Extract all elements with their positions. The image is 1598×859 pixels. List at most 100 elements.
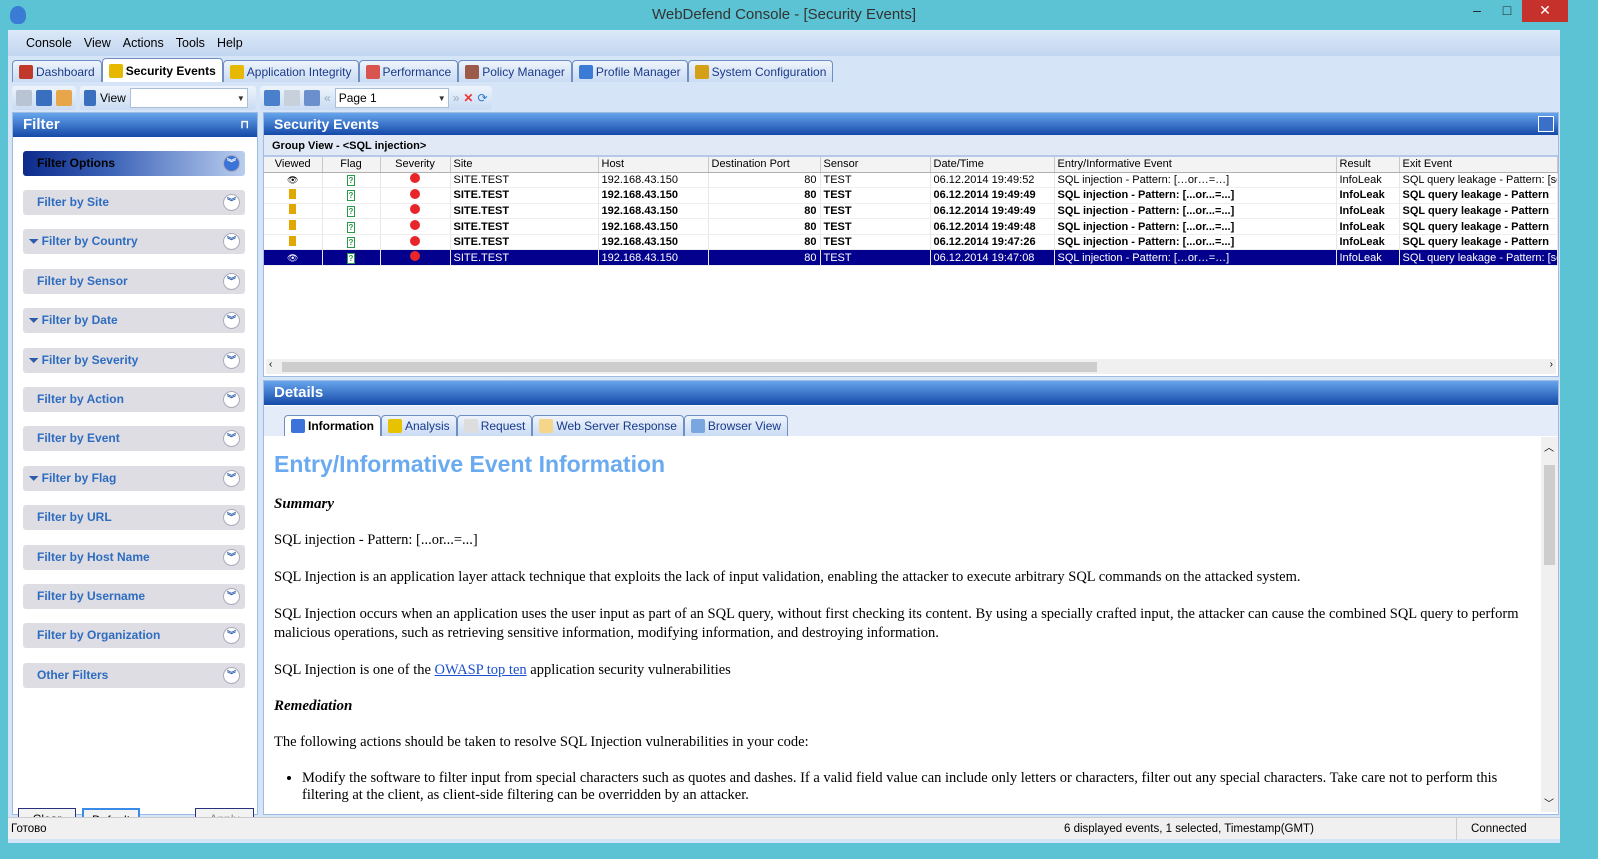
chevron-double-down-icon[interactable]: ︾	[223, 430, 240, 448]
filter-filter-by-severity[interactable]: ⏷ Filter by Severity ︾	[23, 347, 245, 373]
tab-performance[interactable]: Performance	[358, 60, 459, 82]
list-icon[interactable]	[284, 90, 300, 106]
view-combo[interactable]: ▼	[129, 88, 248, 108]
menu-view[interactable]: View	[82, 36, 121, 50]
details-icon[interactable]	[304, 90, 320, 106]
owasp-link[interactable]: OWASP top ten	[435, 662, 527, 678]
chevron-double-down-icon[interactable]: ︾	[223, 391, 240, 408]
tab-security-events[interactable]: Security Events	[101, 58, 223, 82]
tab-application-integrity[interactable]: Application Integrity	[222, 60, 359, 82]
column-header[interactable]: Destination Port	[708, 157, 821, 173]
flag-icon[interactable]: ?	[347, 237, 355, 249]
chevron-double-down-icon[interactable]: ︾	[223, 666, 240, 684]
filter-filter-by-username[interactable]: Filter by Username ︾	[23, 584, 245, 609]
filter-filter-by-country[interactable]: ⏷ Filter by Country ︾	[23, 229, 245, 255]
next-page-icon[interactable]: »	[453, 91, 460, 105]
table-row[interactable]: 👁? SITE.TEST 192.168.43.150 80 TEST 06.12.201…	[264, 172, 1558, 189]
filter-options-header[interactable]: Filter Options ︾	[23, 151, 245, 176]
horizontal-scrollbar[interactable]: ‹ ›	[266, 359, 1556, 374]
tab-profile-manager[interactable]: Profile Manager	[571, 60, 688, 82]
minimize-button[interactable]: –	[1462, 0, 1492, 22]
chevron-double-down-icon[interactable]: ︾	[223, 588, 240, 605]
chevron-double-down-icon[interactable]: ︾	[223, 627, 240, 645]
filter-other-filters[interactable]: Other Filters ︾	[23, 662, 245, 688]
flag-icon[interactable]: ?	[347, 221, 355, 233]
scroll-left-icon[interactable]: ‹	[269, 359, 272, 370]
chevron-double-down-icon[interactable]: ︾	[223, 155, 240, 172]
column-header[interactable]: Severity	[380, 157, 451, 173]
flag-icon[interactable]: ?	[347, 205, 355, 217]
options-dropdown-icon[interactable]	[56, 90, 72, 106]
menu-help[interactable]: Help	[215, 36, 253, 50]
previous-page-icon[interactable]: «	[324, 91, 331, 105]
scroll-down-icon[interactable]: ﹀	[1544, 795, 1554, 810]
tab-policy-manager[interactable]: Policy Manager	[458, 60, 572, 82]
column-header[interactable]: Site	[450, 157, 599, 173]
columns-icon[interactable]	[264, 90, 280, 106]
flag-icon[interactable]: ?	[347, 252, 355, 264]
details-tab-browser-view[interactable]: Browser View	[683, 415, 789, 436]
chevron-double-down-icon[interactable]: ︾	[223, 312, 240, 330]
maximize-button[interactable]: □	[1492, 0, 1522, 22]
filter-filter-by-event[interactable]: Filter by Event ︾	[23, 426, 245, 452]
chevron-double-down-icon[interactable]: ︾	[223, 351, 240, 369]
column-header[interactable]: Entry/Informative Event	[1054, 157, 1337, 173]
filter-filter-by-organization[interactable]: Filter by Organization ︾	[23, 623, 245, 649]
pin-icon[interactable]: ⊓	[240, 113, 249, 137]
chevron-double-down-icon[interactable]: ︾	[223, 509, 240, 527]
table-row[interactable]: ? SITE.TEST 192.168.43.150 80 TEST 06.12.2014…	[264, 218, 1558, 235]
sensor-cell: TEST	[820, 249, 931, 267]
tab-dashboard[interactable]: Dashboard	[12, 60, 102, 82]
column-header[interactable]: Result	[1336, 157, 1400, 173]
filter-toggle-icon[interactable]	[1538, 116, 1554, 132]
menu-tools[interactable]: Tools	[174, 36, 215, 50]
filter-options-label: Filter Options	[37, 156, 115, 170]
close-button[interactable]: ✕	[1522, 0, 1568, 22]
table-row[interactable]: ? SITE.TEST 192.168.43.150 80 TEST 06.12.2014…	[264, 203, 1558, 220]
chevron-double-down-icon[interactable]: ︾	[223, 233, 240, 251]
eye-icon: 👁	[287, 252, 299, 263]
table-row[interactable]: ? SITE.TEST 192.168.43.150 80 TEST 06.12.2014…	[264, 187, 1558, 204]
delete-report-icon[interactable]	[36, 90, 52, 106]
chevron-double-down-icon[interactable]: ︾	[223, 548, 240, 566]
chevron-double-down-icon[interactable]: ︾	[223, 469, 240, 487]
filter-filter-by-action[interactable]: Filter by Action ︾	[23, 387, 245, 412]
filter-filter-by-date[interactable]: ⏷ Filter by Date ︾	[23, 308, 245, 334]
filter-filter-by-site[interactable]: Filter by Site ︾	[23, 190, 245, 215]
severity-cell	[380, 249, 451, 267]
entry-cell: SQL injection - Pattern: [...or...=...]	[1054, 218, 1337, 235]
vertical-scrollbar[interactable]: ︿ ﹀	[1541, 437, 1558, 812]
scrollbar-thumb[interactable]	[282, 362, 1097, 372]
tab-system-configuration[interactable]: System Configuration	[687, 60, 834, 82]
export-icon[interactable]	[16, 90, 32, 106]
filter-filter-by-sensor[interactable]: Filter by Sensor ︾	[23, 268, 245, 294]
table-row[interactable]: 👁? SITE.TEST 192.168.43.150 80 TEST 06.12.201…	[264, 249, 1558, 267]
refresh-icon[interactable]: ⟳	[477, 91, 487, 105]
menu-console[interactable]: Console	[24, 36, 82, 50]
column-header[interactable]: Flag	[322, 157, 381, 173]
chevron-double-down-icon[interactable]: ︾	[223, 272, 240, 290]
table-row[interactable]: ? SITE.TEST 192.168.43.150 80 TEST 06.12.2014…	[264, 234, 1558, 251]
filter-filter-by-flag[interactable]: ⏷ Filter by Flag ︾	[23, 465, 245, 491]
scroll-right-icon[interactable]: ›	[1550, 359, 1553, 370]
scrollbar-thumb[interactable]	[1544, 465, 1555, 565]
details-tab-analysis[interactable]: Analysis	[381, 415, 457, 436]
scroll-up-icon[interactable]: ︿	[1544, 439, 1554, 454]
column-header[interactable]: Sensor	[820, 157, 931, 173]
filter-filter-by-host-name[interactable]: Filter by Host Name ︾	[23, 544, 245, 570]
severity-high-icon	[410, 220, 420, 231]
page-combo[interactable]: Page 1 ▼	[334, 88, 449, 108]
details-tab-request[interactable]: Request	[456, 415, 533, 436]
details-tab-web-server-response[interactable]: Web Server Response	[532, 415, 684, 436]
chevron-double-down-icon[interactable]: ︾	[223, 194, 240, 211]
column-header[interactable]: Exit Event	[1399, 157, 1558, 173]
flag-icon[interactable]: ?	[347, 190, 355, 202]
details-tab-information[interactable]: Information	[284, 415, 381, 436]
flag-icon[interactable]: ?	[347, 174, 355, 186]
filter-filter-by-url[interactable]: Filter by URL ︾	[23, 505, 245, 531]
column-header[interactable]: Viewed	[264, 157, 323, 173]
menu-actions[interactable]: Actions	[121, 36, 174, 50]
stop-icon[interactable]: ✕	[463, 91, 473, 105]
column-header[interactable]: Date/Time	[930, 157, 1055, 173]
column-header[interactable]: Host	[598, 157, 709, 173]
